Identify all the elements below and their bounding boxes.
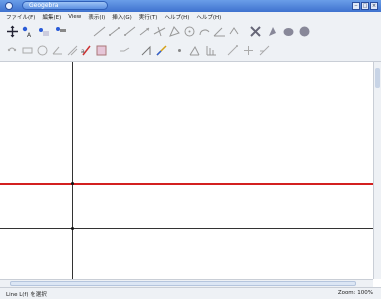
- status-message: Line L(f) を選択: [6, 292, 47, 298]
- arc-icon[interactable]: [198, 25, 211, 38]
- locus-icon[interactable]: [6, 44, 19, 57]
- line-draw-icon[interactable]: [155, 44, 168, 57]
- point-label-icon[interactable]: [54, 25, 67, 38]
- text-icon[interactable]: [282, 25, 295, 38]
- point-a[interactable]: [71, 182, 74, 185]
- angle-icon[interactable]: [213, 25, 226, 38]
- circle-tool-icon[interactable]: [36, 44, 49, 57]
- polygon-icon[interactable]: [168, 25, 181, 38]
- svg-text:a: a: [81, 48, 85, 55]
- line-icon[interactable]: [93, 25, 106, 38]
- image-icon[interactable]: [95, 44, 108, 57]
- move-icon[interactable]: [6, 25, 19, 38]
- close-button[interactable]: ×: [370, 2, 378, 10]
- vertical-scroll-thumb[interactable]: [375, 68, 380, 88]
- transform-icon[interactable]: [228, 25, 241, 38]
- status-bar: Line L(f) を選択 Zoom: 100%: [0, 287, 381, 299]
- menu-run[interactable]: 実行(T): [139, 13, 158, 21]
- vertical-scrollbar[interactable]: [373, 62, 381, 279]
- compass-icon[interactable]: [66, 44, 79, 57]
- point-icon[interactable]: A: [21, 25, 34, 38]
- minimize-button[interactable]: ‒: [352, 2, 360, 10]
- scale-icon[interactable]: [258, 44, 271, 57]
- horizontal-scrollbar[interactable]: [0, 279, 373, 287]
- x-axis: [0, 228, 373, 229]
- dilate-icon[interactable]: [226, 44, 239, 57]
- horizontal-scroll-thumb[interactable]: [10, 281, 356, 286]
- maximize-button[interactable]: □: [361, 2, 369, 10]
- point-on-object-icon[interactable]: [37, 25, 50, 38]
- vector-icon[interactable]: [138, 25, 151, 38]
- menu-edit[interactable]: 編集(E): [42, 13, 61, 21]
- perpendicular-icon[interactable]: [153, 25, 166, 38]
- pen-icon[interactable]: a: [80, 44, 93, 57]
- menu-options[interactable]: ヘルプ(H): [164, 13, 189, 21]
- graph-icon[interactable]: [205, 44, 218, 57]
- zoom-level: Zoom: 100%: [337, 290, 373, 296]
- window-title: Geogebra: [22, 1, 108, 10]
- y-axis: [72, 62, 73, 279]
- fill-icon[interactable]: [298, 25, 311, 38]
- app-menu-icon[interactable]: [5, 2, 13, 10]
- circle-icon[interactable]: [183, 25, 196, 38]
- menu-file[interactable]: ファイル(F): [6, 13, 35, 21]
- svg-text:A: A: [27, 32, 32, 38]
- menu-view[interactable]: View: [68, 14, 81, 20]
- reflect-icon[interactable]: [249, 25, 262, 38]
- menu-display[interactable]: 表示(I): [88, 13, 105, 21]
- triangle-icon[interactable]: [188, 44, 201, 57]
- function-icon[interactable]: [118, 44, 131, 57]
- window-controls: ‒ □ ×: [352, 2, 378, 10]
- dot-icon[interactable]: [173, 44, 186, 57]
- angle-tool-icon[interactable]: [51, 44, 64, 57]
- segment-icon[interactable]: [108, 25, 121, 38]
- line-f[interactable]: [0, 183, 373, 185]
- title-bar: Geogebra ‒ □ ×: [0, 0, 381, 12]
- menu-insert[interactable]: 挿入(G): [112, 13, 132, 21]
- slider-icon[interactable]: [266, 25, 279, 38]
- menu-help[interactable]: ヘルプ(H): [196, 13, 221, 21]
- toolbar-secondary: a: [0, 41, 381, 62]
- translate-icon[interactable]: [242, 44, 255, 57]
- menu-bar: ファイル(F) 編集(E) View 表示(I) 挿入(G) 実行(T) ヘルプ…: [0, 12, 381, 22]
- origin-point[interactable]: [71, 227, 74, 230]
- measure-icon[interactable]: [21, 44, 34, 57]
- graphics-view[interactable]: [0, 62, 373, 279]
- ray-icon[interactable]: [123, 25, 136, 38]
- toolbar-primary: A: [0, 22, 381, 41]
- slope-icon[interactable]: [140, 44, 153, 57]
